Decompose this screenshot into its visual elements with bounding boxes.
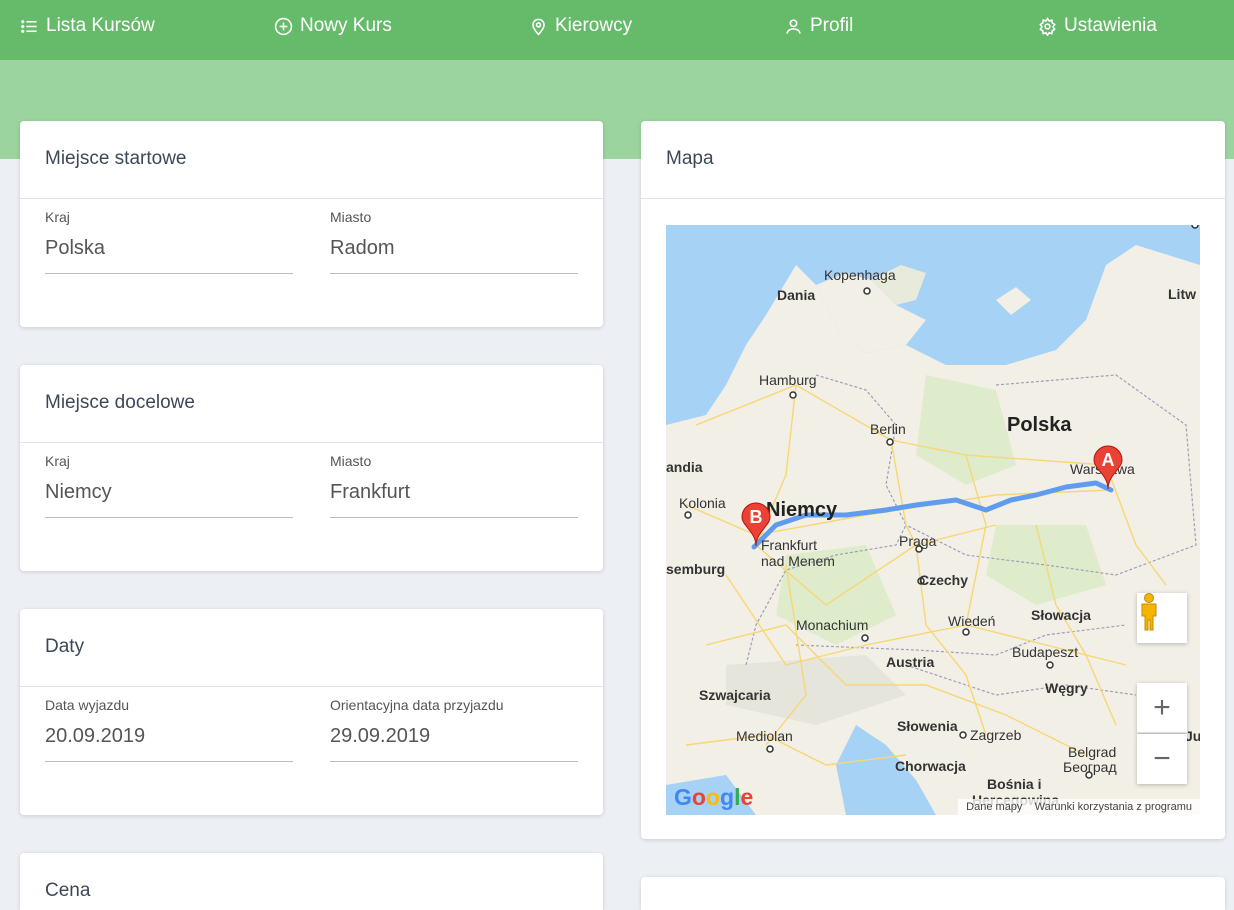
marker-letter: B — [749, 507, 763, 527]
map-label-czechy: Czechy — [919, 572, 969, 588]
plus-circle-icon — [274, 17, 293, 35]
map-label-zagrzeb: Zagrzeb — [970, 727, 1022, 743]
map-label-bosnia: Bośnia i — [987, 776, 1042, 792]
map-label-polska: Polska — [1007, 414, 1072, 436]
map-label-mediolan: Mediolan — [736, 728, 793, 744]
zoom-in-button[interactable]: + — [1137, 683, 1187, 733]
map-label-hamburg: Hamburg — [759, 372, 817, 388]
nav-label: Lista Kursów — [46, 15, 155, 36]
field-label: Orientacyjna data przyjazdu — [330, 697, 504, 713]
card-title: Mapa — [641, 121, 1225, 199]
map-canvas[interactable]: Kopenhaga Dania Litw Hamburg Berlin Pols… — [666, 225, 1200, 815]
map-label-dania: Dania — [777, 287, 816, 303]
field-label: Kraj — [45, 209, 70, 225]
field-label: Data wyjazdu — [45, 697, 130, 713]
destination-city-field[interactable]: Miasto Frankfurt — [330, 453, 578, 518]
map-label-luksemburg: semburg — [666, 561, 726, 577]
map-label-belgrad-cyr: Београд — [1063, 759, 1117, 775]
map-card: Mapa Kopenhaga Dania Litw Hamburg Berlin… — [641, 121, 1225, 839]
destination-country-field[interactable]: Kraj Niemcy — [45, 453, 293, 518]
card-title: Miejsce startowe — [20, 121, 603, 199]
nav-item-nowy-kurs[interactable]: Nowy Kurs — [274, 0, 392, 52]
map-label-praga: Praga — [899, 533, 937, 549]
card-title: Miejsce docelowe — [20, 365, 603, 443]
dates-fields: Data wyjazdu 20.09.2019 Orientacyjna dat… — [20, 687, 603, 815]
arrival-date-input[interactable]: 29.09.2019 — [330, 725, 578, 762]
marker-a[interactable]: A — [1092, 445, 1124, 489]
card-title: Cena — [45, 880, 91, 901]
nav-label: Ustawienia — [1064, 15, 1157, 36]
field-label: Kraj — [45, 453, 70, 469]
street-view-button[interactable] — [1137, 593, 1187, 643]
arrival-date-field[interactable]: Orientacyjna data przyjazdu 29.09.2019 — [330, 697, 578, 762]
map-label-belgrad: Belgrad — [1068, 744, 1117, 760]
map-label-litwa: Litw — [1168, 286, 1196, 302]
start-city-field[interactable]: Miasto Radom — [330, 209, 578, 274]
destination-card: Miejsce docelowe Kraj Niemcy Miasto Fran… — [20, 365, 603, 571]
nav-label: Profil — [810, 15, 854, 36]
map-label-frankfurt-2: nad Menem — [761, 553, 835, 569]
map-label-slowacja: Słowacja — [1031, 607, 1091, 623]
pegman-icon — [1141, 593, 1157, 631]
nav-item-ustawienia[interactable]: Ustawienia — [1038, 0, 1157, 52]
google-logo: Google — [674, 784, 754, 810]
map-terms-link[interactable]: Warunki korzystania z programu — [1035, 801, 1192, 813]
map-pin-icon — [532, 18, 545, 36]
map-label-budapeszt: Budapeszt — [1012, 644, 1079, 660]
departure-date-input[interactable]: 20.09.2019 — [45, 725, 293, 762]
map-label-wegry: Węgry — [1045, 680, 1088, 696]
map-label-szwajcaria: Szwajcaria — [699, 687, 771, 703]
field-label: Miasto — [330, 453, 372, 469]
user-icon — [786, 18, 801, 34]
zoom-out-button[interactable]: − — [1137, 734, 1187, 784]
start-country-field[interactable]: Kraj Polska — [45, 209, 293, 274]
marker-b[interactable]: B — [740, 502, 772, 546]
destination-city-input[interactable]: Frankfurt — [330, 481, 578, 518]
destination-country-input[interactable]: Niemcy — [45, 481, 293, 518]
map-label-niemcy: Niemcy — [766, 499, 838, 521]
map-label-holandia: andia — [666, 459, 703, 475]
nav-label: Kierowcy — [555, 15, 633, 36]
card-title: Daty — [20, 609, 603, 687]
map-data-link[interactable]: Dane mapy — [966, 801, 1022, 813]
map-label-kolonia: Kolonia — [679, 495, 726, 511]
dates-card: Daty Data wyjazdu 20.09.2019 Orientacyjn… — [20, 609, 603, 815]
list-icon — [21, 19, 37, 33]
map-label-austria: Austria — [886, 654, 935, 670]
start-city-input[interactable]: Radom — [330, 237, 578, 274]
start-fields: Kraj Polska Miasto Radom — [20, 199, 603, 327]
map-label-wieden: Wiedeń — [948, 613, 996, 629]
price-card: Cena — [20, 853, 603, 910]
marker-letter: A — [1101, 450, 1115, 470]
map-label-kopenhaga: Kopenhaga — [824, 267, 896, 283]
nav-label: Nowy Kurs — [300, 15, 392, 36]
nav-item-kierowcy[interactable]: Kierowcy — [529, 0, 632, 52]
top-navigation: Lista Kursów Nowy Kurs Kierowcy Profil U… — [0, 0, 1234, 159]
destination-fields: Kraj Niemcy Miasto Frankfurt — [20, 443, 603, 571]
departure-date-field[interactable]: Data wyjazdu 20.09.2019 — [45, 697, 293, 762]
map-label-chorwacja: Chorwacja — [895, 758, 966, 774]
map-label-monachium: Monachium — [796, 617, 869, 633]
map-label-serbia-edge: Ju — [1185, 728, 1200, 744]
gear-icon — [1039, 16, 1056, 36]
start-country-input[interactable]: Polska — [45, 237, 293, 274]
map-label-berlin: Berlin — [870, 421, 906, 437]
nav-item-profil[interactable]: Profil — [784, 0, 853, 52]
nav-item-lista-kursow[interactable]: Lista Kursów — [20, 0, 155, 52]
next-card — [641, 877, 1225, 910]
field-label: Miasto — [330, 209, 372, 225]
map-label-slowenia: Słowenia — [897, 718, 958, 734]
map-attribution: Dane mapy Warunki korzystania z programu — [958, 799, 1200, 815]
start-location-card: Miejsce startowe Kraj Polska Miasto Rado… — [20, 121, 603, 327]
